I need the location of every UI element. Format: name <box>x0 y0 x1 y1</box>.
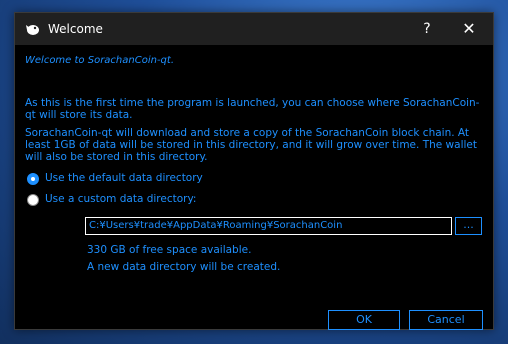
new-directory-text: A new data directory will be created. <box>87 261 281 273</box>
custom-directory-label[interactable]: Use a custom data directory: <box>45 193 196 205</box>
default-directory-label[interactable]: Use the default data directory <box>45 172 203 184</box>
data-directory-field[interactable]: C:¥Users¥trade¥AppData¥Roaming¥SorachanC… <box>85 217 452 235</box>
help-icon[interactable]: ? <box>407 13 447 45</box>
welcome-heading: Welcome to SorachanCoin-qt. <box>25 55 175 66</box>
browse-button[interactable]: ... <box>455 217 482 235</box>
window-title: Welcome <box>48 22 103 36</box>
custom-directory-radio[interactable] <box>27 194 39 206</box>
dialog-content: Welcome to SorachanCoin-qt. As this is t… <box>15 45 493 330</box>
app-icon <box>26 25 39 35</box>
title-bar: Welcome ? ✕ <box>15 13 493 45</box>
free-space-text: 330 GB of free space available. <box>87 244 252 256</box>
close-icon[interactable]: ✕ <box>449 13 489 45</box>
intro-paragraph-1: As this is the first time the program is… <box>25 97 480 121</box>
welcome-dialog: Welcome ? ✕ Welcome to SorachanCoin-qt. … <box>14 12 494 330</box>
default-directory-radio[interactable] <box>27 173 39 185</box>
ok-button[interactable]: OK <box>328 310 400 330</box>
intro-paragraph-2: SorachanCoin-qt will download and store … <box>25 127 477 163</box>
cancel-button[interactable]: Cancel <box>409 310 483 330</box>
